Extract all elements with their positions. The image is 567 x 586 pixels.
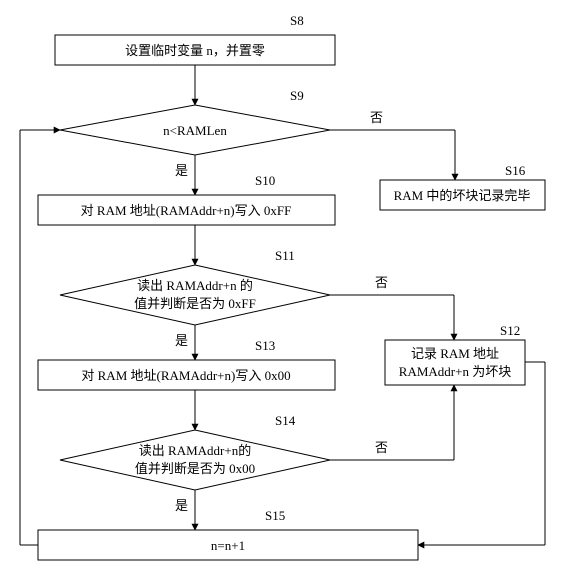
text-s14-l1: 读出 RAMAddr+n的 (139, 443, 251, 458)
text-s12-l1: 记录 RAM 地址 (411, 346, 499, 361)
label-s14: S14 (275, 413, 296, 428)
text-s15: n=n+1 (211, 538, 245, 553)
text-s13: 对 RAM 地址(RAMAddr+n)写入 0x00 (81, 368, 290, 383)
text-s8: 设置临时变量 n，并置零 (125, 43, 265, 58)
node-s14 (60, 430, 330, 490)
text-s10: 对 RAM 地址(RAMAddr+n)写入 0xFF (81, 203, 292, 218)
label-s11-no: 否 (375, 275, 388, 290)
label-s11-yes: 是 (175, 333, 188, 348)
label-s13: S13 (255, 338, 275, 353)
text-s9: n<RAMLen (163, 123, 227, 138)
label-s11: S11 (275, 248, 295, 263)
label-s8: S8 (290, 13, 304, 28)
label-s9-no: 否 (370, 110, 383, 125)
label-s16: S16 (505, 163, 526, 178)
node-s11 (60, 265, 330, 325)
label-s14-no: 否 (375, 440, 388, 455)
label-s12: S12 (500, 323, 520, 338)
label-s14-yes: 是 (175, 498, 188, 513)
label-s9: S9 (290, 88, 304, 103)
label-s10: S10 (255, 173, 275, 188)
text-s11-l1: 读出 RAMAddr+n 的 (137, 278, 253, 293)
text-s16: RAM 中的坏块记录完毕 (394, 188, 531, 203)
text-s12-l2: RAMAddr+n 为坏块 (399, 364, 511, 379)
label-s9-yes: 是 (175, 163, 188, 178)
text-s14-l2: 值并判断是否为 0x00 (135, 461, 255, 476)
label-s15: S15 (265, 508, 285, 523)
text-s11-l2: 值并判断是否为 0xFF (134, 296, 256, 311)
